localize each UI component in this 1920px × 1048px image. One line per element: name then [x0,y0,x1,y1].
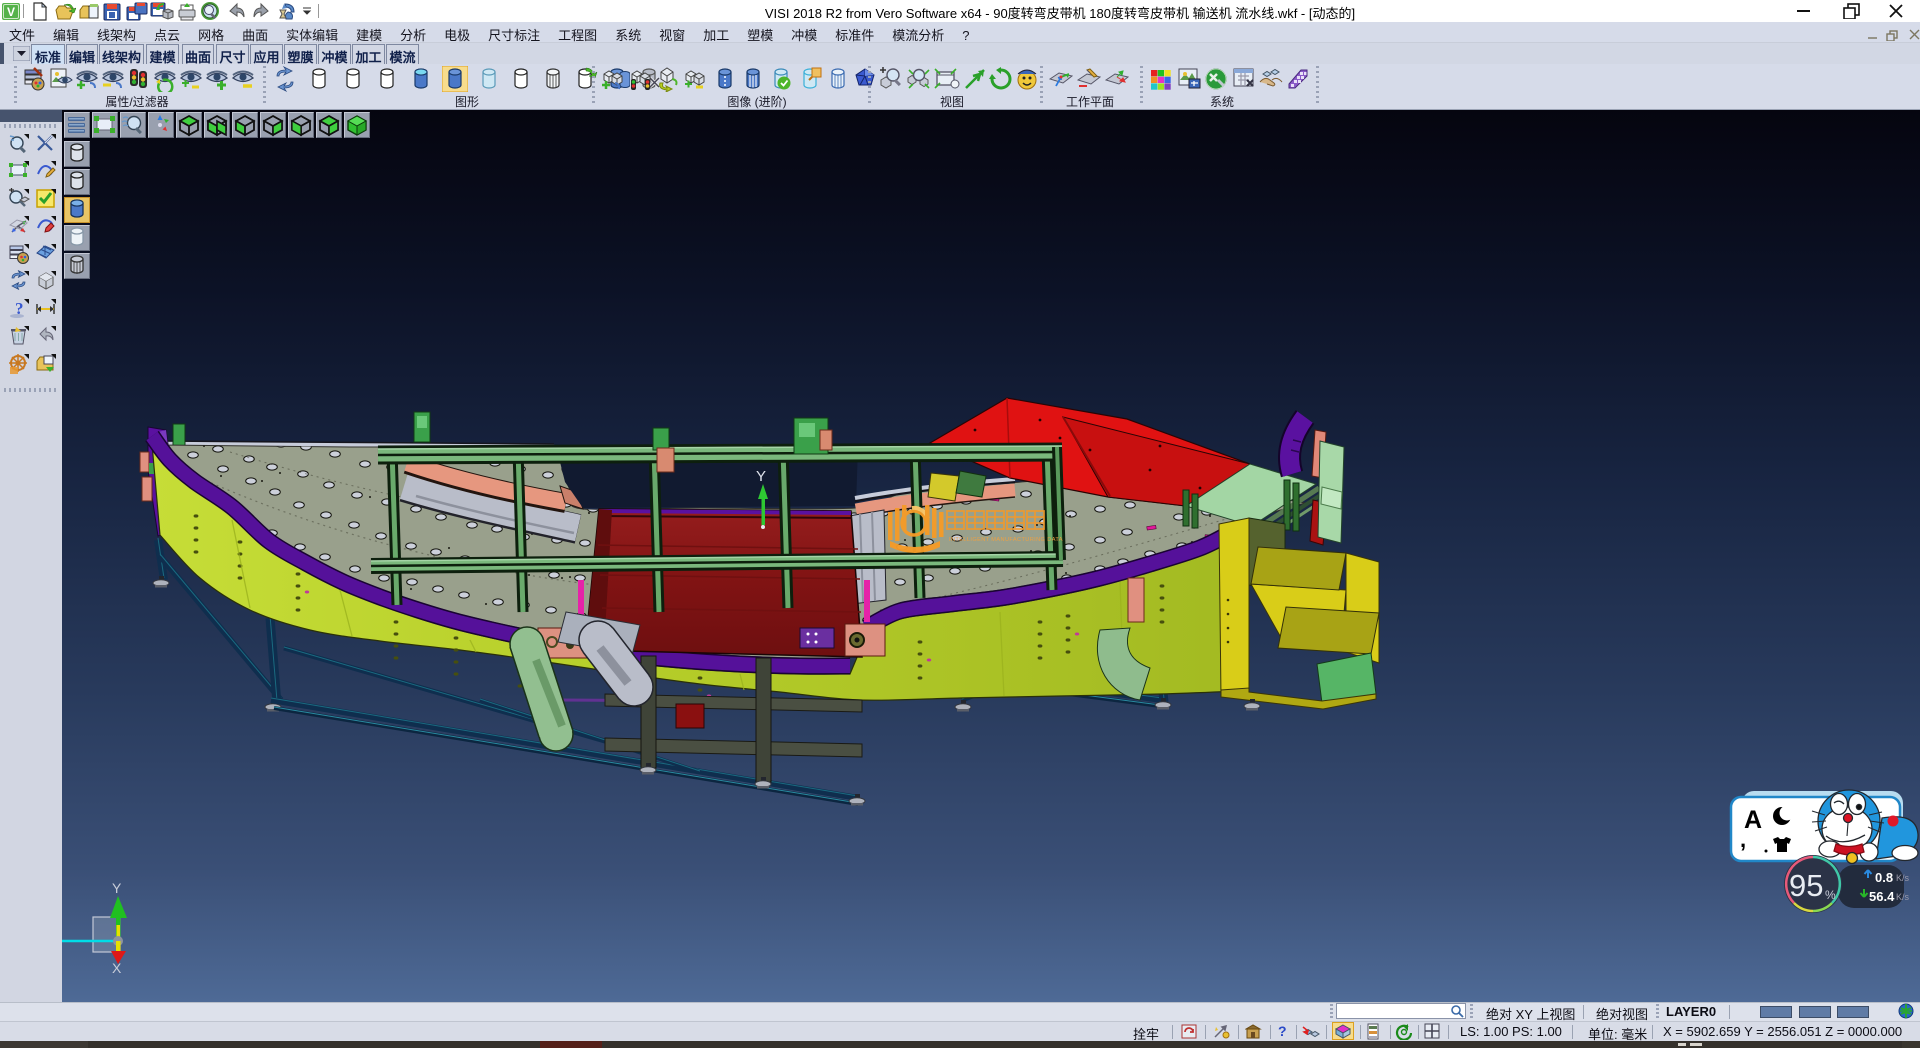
svg-text:INTELLIGENT MANUFACTURING DATA: INTELLIGENT MANUFACTURING DATA [949,537,1063,543]
svg-text:0.8: 0.8 [1875,870,1893,885]
svg-text:X: X [112,960,122,976]
svg-text:K/s: K/s [1896,873,1910,883]
svg-text:V: V [7,5,15,19]
svg-text:95: 95 [1789,868,1823,903]
svg-text:A: A [1744,806,1762,834]
svg-text:,: , [1740,827,1746,852]
svg-text:%: % [1825,888,1836,902]
svg-text:Y: Y [756,468,766,485]
svg-text:56.4: 56.4 [1869,889,1895,904]
svg-text:K/s: K/s [1896,892,1910,902]
svg-text:Y: Y [112,880,122,896]
